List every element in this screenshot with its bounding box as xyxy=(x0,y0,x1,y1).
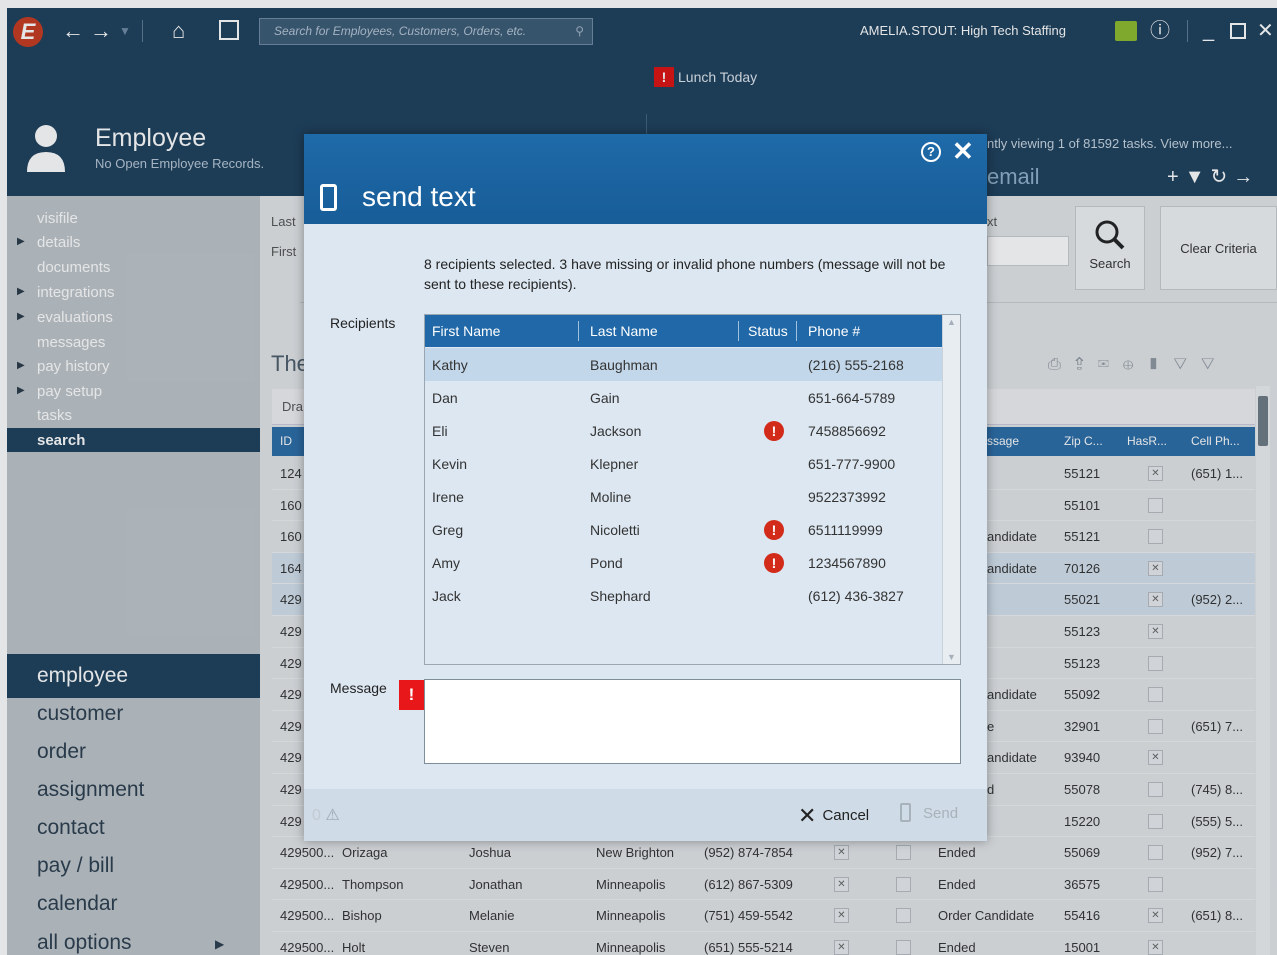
dialog-title: send text xyxy=(362,181,476,212)
recipient-phone: (216) 555-2168 xyxy=(808,357,904,373)
close-icon[interactable]: ✕ xyxy=(952,138,974,164)
recipient-last-name: Moline xyxy=(590,489,632,505)
recipient-first-name: Greg xyxy=(432,522,464,538)
recipient-row[interactable]: Jack Shephard (612) 436-3827 xyxy=(425,579,942,612)
recipient-row[interactable]: Eli Jackson! 7458856692 xyxy=(425,414,942,447)
recipient-phone: 651-777-9900 xyxy=(808,456,896,472)
col-first-name[interactable]: First Name xyxy=(432,323,500,339)
recipient-last-name: Baughman xyxy=(590,357,658,373)
recipient-last-name: Gain xyxy=(590,390,620,406)
phone-icon xyxy=(900,803,911,822)
recipient-row[interactable]: Irene Moline 9522373992 xyxy=(425,480,942,513)
recipient-phone: 7458856692 xyxy=(808,423,886,439)
recipient-row[interactable]: Dan Gain 651-664-5789 xyxy=(425,381,942,414)
recipient-phone: 651-664-5789 xyxy=(808,390,896,406)
recipient-first-name: Kevin xyxy=(432,456,468,472)
recipient-row[interactable]: Amy Pond! 1234567890 xyxy=(425,546,942,579)
scroll-down-icon[interactable]: ▼ xyxy=(943,652,960,662)
close-icon: ✕ xyxy=(798,803,817,828)
recipient-phone: (612) 436-3827 xyxy=(808,588,904,604)
recipient-row[interactable]: Kathy Baughman (216) 555-2168 xyxy=(425,348,942,381)
invalid-phone-icon: ! xyxy=(764,421,784,441)
recipient-first-name: Kathy xyxy=(432,357,468,373)
warning-icon: ⚠ xyxy=(325,807,340,824)
recipient-first-name: Irene xyxy=(432,489,464,505)
message-input[interactable] xyxy=(424,679,961,764)
recipient-first-name: Jack xyxy=(432,588,461,604)
recipients-note: 8 recipients selected. 3 have missing or… xyxy=(424,256,946,292)
col-status[interactable]: Status xyxy=(748,323,788,339)
error-count-value: 0 xyxy=(312,807,321,824)
cancel-button[interactable]: ✕ Cancel xyxy=(798,803,869,829)
column-separator xyxy=(578,321,579,341)
col-last-name[interactable]: Last Name xyxy=(590,323,658,339)
help-icon[interactable]: ? xyxy=(921,142,941,162)
invalid-phone-icon: ! xyxy=(764,520,784,540)
recipient-row[interactable]: Greg Nicoletti! 6511119999 xyxy=(425,513,942,546)
recipients-grid: First Name Last Name Status Phone # Kath… xyxy=(424,314,961,665)
recipient-last-name: Jackson xyxy=(590,423,642,439)
send-button[interactable]: Send xyxy=(900,803,958,822)
col-phone[interactable]: Phone # xyxy=(808,323,860,339)
dialog-header: send text ? ✕ xyxy=(304,134,987,224)
scroll-up-icon[interactable]: ▲ xyxy=(943,317,960,327)
recipients-label: Recipients xyxy=(330,315,396,331)
recipients-grid-header: First Name Last Name Status Phone # xyxy=(425,315,942,347)
invalid-phone-icon: ! xyxy=(764,553,784,573)
recipient-phone: 1234567890 xyxy=(808,555,886,571)
phone-icon xyxy=(320,184,337,211)
recipient-phone: 6511119999 xyxy=(808,522,883,538)
cancel-button-label: Cancel xyxy=(822,807,870,824)
required-field-icon: ! xyxy=(399,680,424,710)
recipient-last-name: Nicoletti xyxy=(590,522,640,538)
message-label: Message xyxy=(330,680,387,696)
recipient-last-name: Pond xyxy=(590,555,623,571)
column-separator xyxy=(796,321,797,341)
dialog-footer: 0 ⚠ ✕ Cancel Send xyxy=(304,789,987,841)
recipient-last-name: Klepner xyxy=(590,456,639,472)
column-separator xyxy=(738,321,739,341)
send-button-label: Send xyxy=(923,805,959,822)
recipient-first-name: Dan xyxy=(432,390,458,406)
recipient-row[interactable]: Kevin Klepner 651-777-9900 xyxy=(425,447,942,480)
send-text-dialog: send text ? ✕ 8 recipients selected. 3 h… xyxy=(304,134,987,841)
recipient-phone: 9522373992 xyxy=(808,489,886,505)
recipient-first-name: Amy xyxy=(432,555,460,571)
recipient-first-name: Eli xyxy=(432,423,448,439)
recipient-last-name: Shephard xyxy=(590,588,651,604)
recipients-scrollbar[interactable]: ▲ ▼ xyxy=(942,315,960,664)
error-count[interactable]: 0 ⚠ xyxy=(312,805,340,825)
